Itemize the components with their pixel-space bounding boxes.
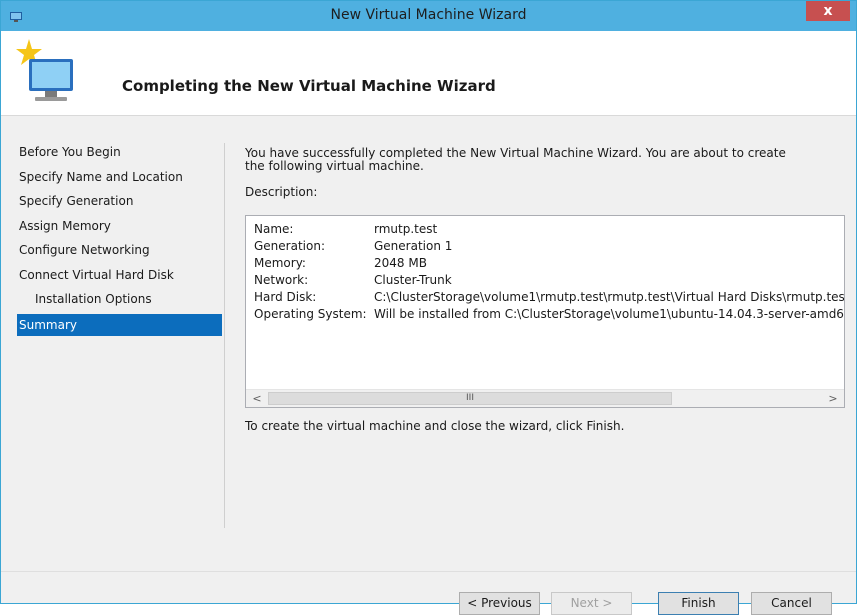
computer-wizard-icon	[16, 39, 73, 101]
scroll-right-button[interactable]: >	[824, 390, 842, 407]
scroll-left-button[interactable]: <	[248, 390, 266, 407]
nav-step-specify-name-and-location[interactable]: Specify Name and Location	[17, 165, 222, 190]
description-key: Name:	[254, 222, 294, 236]
description-value: C:\ClusterStorage\volume1\rmutp.test\rmu…	[374, 290, 845, 304]
description-value: Will be installed from C:\ClusterStorage…	[374, 307, 845, 321]
description-label: Description:	[245, 185, 318, 199]
description-row: Hard Disk: C:\ClusterStorage\volume1\rmut…	[254, 289, 845, 306]
nav-step-specify-generation[interactable]: Specify Generation	[17, 189, 222, 214]
nav-divider	[224, 143, 225, 528]
description-value: Generation 1	[374, 239, 453, 253]
nav-step-assign-memory[interactable]: Assign Memory	[17, 214, 222, 239]
finish-instruction: To create the virtual machine and close …	[245, 419, 625, 433]
wizard-body: Before You Begin Specify Name and Locatio…	[1, 116, 856, 571]
description-key: Memory:	[254, 256, 306, 270]
wizard-header: Completing the New Virtual Machine Wizar…	[1, 31, 856, 116]
description-row: Memory: 2048 MB	[254, 255, 427, 272]
intro-text: You have successfully completed the New …	[245, 146, 786, 173]
title-bar[interactable]: New Virtual Machine Wizard x	[1, 1, 856, 31]
nav-step-before-you-begin[interactable]: Before You Begin	[17, 140, 222, 165]
summary-content: You have successfully completed the New …	[245, 146, 845, 433]
horizontal-scrollbar[interactable]: < III >	[246, 389, 844, 407]
nav-step-summary[interactable]: Summary	[17, 313, 222, 336]
wizard-window: New Virtual Machine Wizard x Completing …	[0, 0, 857, 615]
description-row: Operating System: Will be installed from …	[254, 306, 845, 323]
description-key: Network:	[254, 273, 309, 287]
page-title: Completing the New Virtual Machine Wizar…	[122, 77, 496, 95]
close-button[interactable]: x	[806, 1, 850, 21]
description-row: Network: Cluster-Trunk	[254, 272, 452, 289]
wizard-steps-nav: Before You Begin Specify Name and Locatio…	[17, 140, 222, 336]
description-row: Name: rmutp.test	[254, 221, 437, 238]
description-value: rmutp.test	[374, 222, 438, 236]
description-key: Operating System:	[254, 307, 367, 321]
nav-step-installation-options[interactable]: Installation Options	[17, 287, 222, 312]
description-row: Generation: Generation 1	[254, 238, 452, 255]
description-key: Hard Disk:	[254, 290, 317, 304]
scroll-thumb[interactable]: III	[268, 392, 672, 405]
description-value: 2048 MB	[374, 256, 427, 270]
wizard-footer: < Previous Next > Finish Cancel	[1, 572, 856, 615]
nav-step-configure-networking[interactable]: Configure Networking	[17, 238, 222, 263]
description-box[interactable]: Operating System: Will be installed from …	[245, 215, 845, 408]
nav-step-connect-virtual-hard-disk[interactable]: Connect Virtual Hard Disk	[17, 263, 222, 288]
window-title: New Virtual Machine Wizard	[330, 7, 527, 23]
description-value: Cluster-Trunk	[374, 273, 452, 287]
description-key: Generation:	[254, 239, 325, 253]
